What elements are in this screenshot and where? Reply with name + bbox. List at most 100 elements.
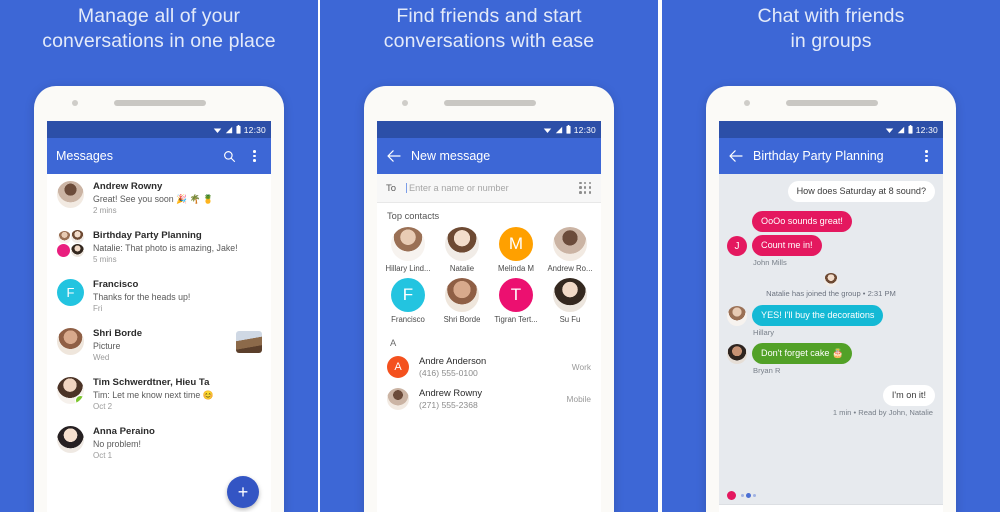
conversation-snippet: Tim: Let me know next time 😊 (93, 390, 214, 400)
message-bubble[interactable]: Don't forget cake 🎂 (752, 343, 853, 364)
app-bar-new-message: New message (377, 138, 601, 174)
list-item[interactable]: Shri Borde Picture Wed (47, 321, 271, 370)
avatar: M (499, 227, 533, 261)
list-item[interactable]: Anna Peraino No problem! Oct 1 (47, 419, 271, 468)
phone-screen-1: 12:30 Messages Andrew Rowny Great! See y… (47, 121, 271, 512)
contact-list-item[interactable]: A Andre Anderson (416) 555-0100 Work (377, 351, 601, 383)
status-time-1: 12:30 (243, 124, 266, 135)
phone-screen-2: 12:30 New message To Enter a name or num… (377, 121, 601, 512)
top-contact-item[interactable]: Shri Borde (435, 278, 489, 324)
conversation-snippet: Natalie: That photo is amazing, Jake! (93, 243, 238, 253)
app-bar-messages: Messages (47, 138, 271, 174)
contact-name: Shri Borde (443, 315, 481, 324)
list-item[interactable]: Tim Schwerdtner, Hieu Ta Tim: Let me kno… (47, 370, 271, 419)
message-row: Don't forget cake 🎂 (727, 343, 935, 364)
panel-1-headline: Manage all of your conversations in one … (0, 0, 318, 54)
message-bubble[interactable]: Count me in! (752, 235, 822, 256)
conversation-time: Fri (93, 304, 103, 313)
avatar (727, 344, 747, 364)
arrow-left-icon[interactable] (728, 149, 743, 164)
status-time-3: 12:30 (915, 124, 938, 135)
attachment-thumbnail[interactable] (236, 331, 262, 353)
message-bubble[interactable]: I'm on it! (882, 385, 935, 406)
conversation-time: Oct 1 (93, 451, 113, 460)
search-icon[interactable] (222, 149, 237, 164)
avatar (445, 278, 479, 312)
message-bubble[interactable]: YES! I'll buy the decorations (752, 305, 884, 326)
alpha-section-header: A (377, 330, 601, 351)
avatar-initial: M (508, 234, 524, 253)
dialpad-icon[interactable] (579, 181, 592, 195)
message-bubble[interactable]: OoOo sounds great! (752, 211, 852, 232)
phone-mockup-3: 12:30 Birthday Party Planning How does S… (706, 86, 956, 512)
list-item[interactable]: F Francisco Thanks for the heads up! Fri (47, 272, 271, 321)
contact-number: (271) 555-2368 (419, 400, 478, 410)
panel-find-friends: Find friends and start conversations wit… (320, 0, 658, 512)
avatar (56, 229, 85, 258)
system-event-row: Natalie has joined the group • 2:31 PM (727, 273, 935, 298)
conversation-snippet: No problem! (93, 439, 141, 449)
conversation-snippet: Great! See you soon 🎉 🌴 🍍 (93, 194, 214, 204)
message-row: J Count me in! (727, 235, 935, 256)
typing-avatar (727, 491, 736, 500)
avatar: T (499, 278, 533, 312)
panel-manage-conversations: Manage all of your conversations in one … (0, 0, 318, 512)
top-contacts-label: Top contacts (377, 203, 601, 225)
top-contact-item[interactable]: Hillary Lind... (381, 227, 435, 273)
contact-name: Natalie (449, 264, 475, 273)
new-conversation-fab[interactable]: + (227, 476, 259, 508)
list-item[interactable]: Birthday Party Planning Natalie: That ph… (47, 223, 271, 272)
phone-mockup-1: 12:30 Messages Andrew Rowny Great! See y… (34, 86, 284, 512)
panel-chat-groups: Chat with friends in groups 12:30 Birthd… (662, 0, 1000, 512)
recipient-row[interactable]: To Enter a name or number (377, 174, 601, 203)
avatar-initial: F (402, 285, 414, 304)
avatar (824, 273, 838, 287)
conversation-time: 5 mins (93, 255, 117, 264)
signal-icon (897, 126, 905, 134)
message-row: I'm on it! (727, 385, 935, 406)
top-contact-item[interactable]: Andrew Ro... (543, 227, 597, 273)
front-camera-icon (402, 100, 408, 106)
panel-2-headline: Find friends and start conversations wit… (320, 0, 658, 54)
contact-list-item[interactable]: Andrew Rowny (271) 555-2368 Mobile (377, 383, 601, 415)
contact-name: Melinda M (498, 264, 534, 273)
avatar: J (727, 236, 747, 256)
to-label: To (386, 182, 397, 194)
more-vertical-icon[interactable] (247, 149, 262, 164)
top-contact-item[interactable]: F Francisco (381, 278, 435, 324)
top-contact-item[interactable]: Natalie (435, 227, 489, 273)
battery-icon (236, 125, 241, 134)
top-contacts-grid[interactable]: Hillary Lind... Natalie M Melinda M Andr… (377, 225, 601, 330)
top-contact-item[interactable]: T Tigran Tert... (489, 278, 543, 324)
message-row: OoOo sounds great! (727, 211, 935, 232)
app-bar-conversation: Birthday Party Planning (719, 138, 943, 174)
battery-icon (908, 125, 913, 134)
avatar (445, 227, 479, 261)
app-bar-title-2: New message (411, 149, 491, 163)
contact-name: Andre Anderson (419, 355, 487, 366)
more-vertical-icon[interactable] (919, 149, 934, 164)
message-composer[interactable] (719, 504, 943, 512)
avatar (387, 388, 409, 410)
message-bubble[interactable]: How does Saturday at 8 sound? (787, 181, 935, 202)
system-event-text: Natalie has joined the group • 2:31 PM (766, 289, 896, 298)
recipient-input[interactable]: Enter a name or number (406, 183, 569, 193)
panel-2-headline-line2: conversations with ease (383, 30, 595, 52)
arrow-left-icon[interactable] (386, 149, 401, 164)
avatar (553, 278, 587, 312)
top-contact-item[interactable]: M Melinda M (489, 227, 543, 273)
conversation-name: Anna Peraino (93, 426, 155, 437)
message-status: 1 min • Read by John, Natalie (832, 408, 933, 417)
message-thread[interactable]: How does Saturday at 8 sound? OoOo sound… (719, 174, 943, 512)
contact-name: Andrew Ro... (547, 264, 593, 273)
contact-name: Su Fu (559, 315, 581, 324)
status-bar-2: 12:30 (377, 121, 601, 138)
contact-number: (416) 555-0100 (419, 368, 478, 378)
top-contact-item[interactable]: Su Fu (543, 278, 597, 324)
panel-1-headline-line2: conversations in one place (42, 30, 276, 52)
panel-3-headline-line1: Chat with friends (757, 5, 905, 27)
conversation-list[interactable]: Andrew Rowny Great! See you soon 🎉 🌴 🍍 2… (47, 174, 271, 512)
list-item[interactable]: Andrew Rowny Great! See you soon 🎉 🌴 🍍 2… (47, 174, 271, 223)
conversation-name: Tim Schwerdtner, Hieu Ta (93, 377, 210, 388)
phone-earpiece-area (34, 86, 284, 121)
